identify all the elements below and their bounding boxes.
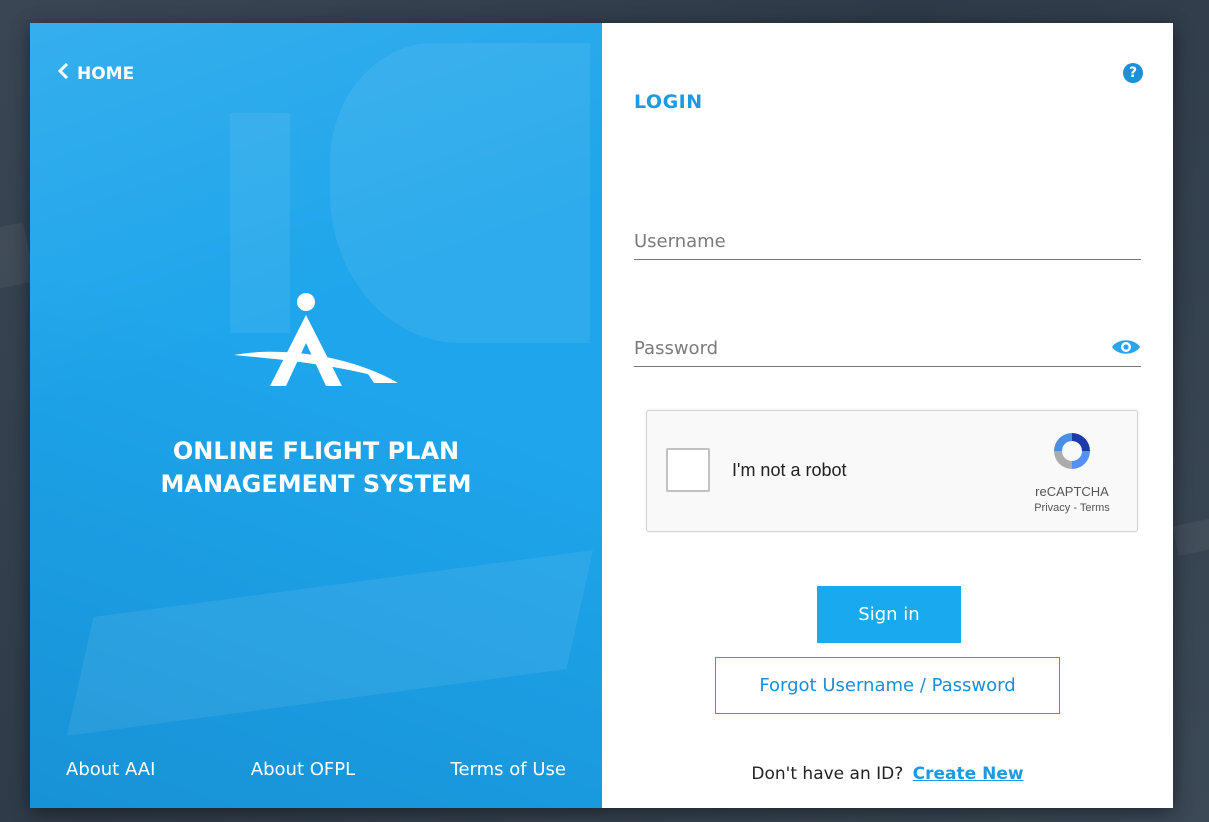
sign-in-button[interactable]: Sign in xyxy=(817,586,961,643)
title-line: ONLINE FLIGHT PLAN xyxy=(172,437,460,465)
captcha-checkbox[interactable] xyxy=(666,448,710,492)
about-ofpl-link[interactable]: About OFPL xyxy=(251,759,355,780)
aai-logo-icon xyxy=(226,291,406,395)
captcha-label: I'm not a robot xyxy=(732,460,847,480)
privacy-terms-link[interactable]: Privacy - Terms xyxy=(1027,502,1117,514)
login-title: LOGIN xyxy=(634,91,703,113)
password-input[interactable] xyxy=(634,330,1104,366)
background-decoration xyxy=(66,550,594,736)
recaptcha-text: reCAPTCHA xyxy=(1035,484,1109,499)
password-field xyxy=(634,330,1141,367)
about-aai-link[interactable]: About AAI xyxy=(66,759,155,780)
create-new-link[interactable]: Create New xyxy=(913,764,1024,784)
forgot-credentials-button[interactable]: Forgot Username / Password xyxy=(715,657,1060,714)
recaptcha-widget: I'm not a robot reCAPTCHA Privacy - Term… xyxy=(646,410,1138,532)
home-label: HOME xyxy=(77,63,135,84)
login-card: HOME ONLINE FLIGHT PLAN MANAGEMENT SYSTE… xyxy=(30,23,1173,808)
no-id-text: Don't have an ID? xyxy=(751,764,904,784)
eye-icon[interactable] xyxy=(1111,337,1141,361)
username-field xyxy=(634,223,1141,260)
username-input[interactable] xyxy=(634,223,1141,259)
home-link[interactable]: HOME xyxy=(57,62,135,84)
login-panel: LOGIN ? I'm not a robot xyxy=(602,23,1173,808)
create-account-line: Don't have an ID? Create New xyxy=(602,764,1173,784)
title-line: MANAGEMENT SYSTEM xyxy=(160,470,472,498)
footer-links: About AAI About OFPL Terms of Use xyxy=(66,759,566,780)
terms-of-use-link[interactable]: Terms of Use xyxy=(451,759,566,780)
question-circle-icon[interactable]: ? xyxy=(1123,63,1143,83)
recaptcha-brand: reCAPTCHA Privacy - Terms xyxy=(1027,429,1117,514)
branding-panel: HOME ONLINE FLIGHT PLAN MANAGEMENT SYSTE… xyxy=(30,23,602,808)
background-decoration xyxy=(1172,514,1209,556)
system-title: ONLINE FLIGHT PLAN MANAGEMENT SYSTEM xyxy=(30,435,602,501)
recaptcha-icon xyxy=(1050,433,1094,477)
chevron-left-icon xyxy=(57,62,69,84)
